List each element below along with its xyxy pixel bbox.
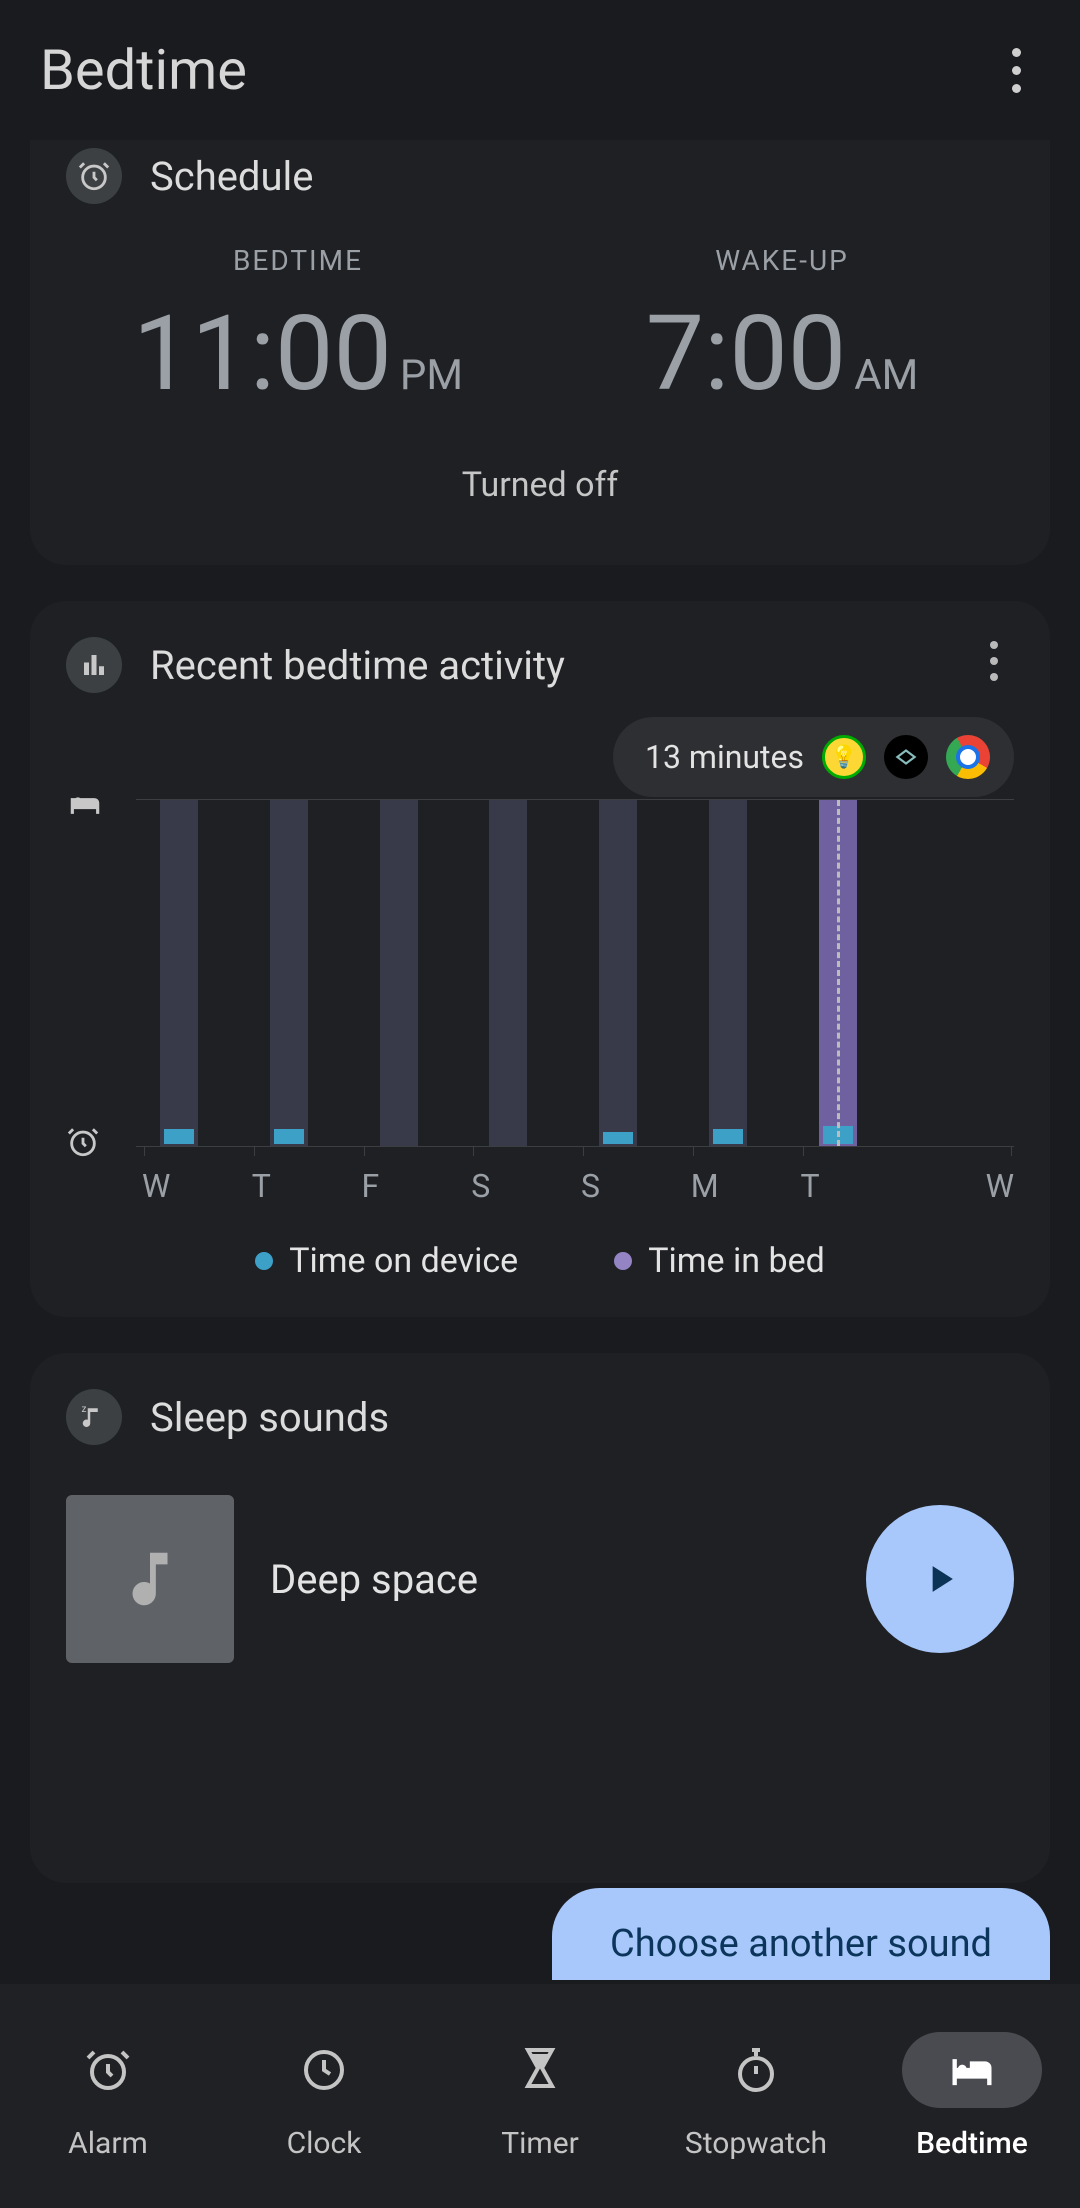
- alarm-icon: [66, 148, 122, 204]
- activity-card: Recent bedtime activity 13 minutes 💡 WTF…: [30, 601, 1050, 1317]
- legend-device: Time on device: [255, 1241, 518, 1281]
- bedtime-ampm: PM: [400, 351, 463, 400]
- legend-bed: Time in bed: [614, 1241, 825, 1281]
- wakeup-time: 7:00: [646, 294, 847, 415]
- app-icon-chrome: [946, 735, 990, 779]
- schedule-times: BEDTIME 11:00PM WAKE-UP 7:00AM: [66, 244, 1014, 407]
- device-bar: [713, 1129, 743, 1144]
- nav-timer[interactable]: Timer: [432, 1984, 648, 2208]
- legend-device-label: Time on device: [289, 1241, 518, 1281]
- nav-label: Bedtime: [916, 2126, 1028, 2161]
- activity-chart[interactable]: [66, 793, 1014, 1153]
- chart-column[interactable]: [575, 800, 685, 1146]
- card-header: Schedule: [66, 148, 1014, 204]
- play-button[interactable]: [866, 1505, 1014, 1653]
- chart-column[interactable]: [356, 800, 466, 1146]
- nav-label: Alarm: [68, 2126, 148, 2161]
- legend-dot-device: [255, 1252, 273, 1270]
- chart-icon: [66, 637, 122, 693]
- x-tick-label: T: [246, 1167, 356, 1205]
- x-tick-label: W: [136, 1167, 246, 1205]
- nav-label: Timer: [501, 2126, 579, 2161]
- device-bar: [274, 1129, 304, 1144]
- bedtime-nav-icon: [902, 2032, 1042, 2108]
- bedtime-time: 11:00: [133, 294, 392, 415]
- content-scroll: Schedule BEDTIME 11:00PM WAKE-UP 7:00AM …: [0, 140, 1080, 1984]
- activity-title: Recent bedtime activity: [150, 642, 565, 689]
- sounds-card: z Sleep sounds Deep space: [30, 1353, 1050, 1883]
- x-tick-label: S: [575, 1167, 685, 1205]
- nav-stopwatch[interactable]: Stopwatch: [648, 1984, 864, 2208]
- nav-bedtime[interactable]: Bedtime: [864, 1984, 1080, 2208]
- nav-clock[interactable]: Clock: [216, 1984, 432, 2208]
- activity-tooltip-chip[interactable]: 13 minutes 💡: [613, 717, 1014, 797]
- card-header: Recent bedtime activity: [66, 637, 1014, 693]
- x-tick-label: T: [795, 1167, 905, 1205]
- sleep-sound-icon: z: [66, 1389, 122, 1445]
- alarm-nav-icon: [38, 2032, 178, 2108]
- sounds-title: Sleep sounds: [150, 1394, 389, 1441]
- schedule-title: Schedule: [150, 153, 313, 200]
- chart-column[interactable]: [685, 800, 795, 1146]
- x-tick-label: W: [904, 1167, 1014, 1205]
- chart-column[interactable]: [246, 800, 356, 1146]
- chart-column[interactable]: [136, 800, 246, 1146]
- device-bar: [603, 1132, 633, 1144]
- wakeup-value: 7:00AM: [550, 303, 1014, 407]
- alarm-small-icon: [66, 1125, 100, 1159]
- today-marker: [837, 800, 840, 1146]
- device-bar: [164, 1129, 194, 1144]
- chart-column[interactable]: [465, 800, 575, 1146]
- choose-sound-button[interactable]: Choose another sound: [552, 1888, 1050, 1980]
- schedule-card[interactable]: Schedule BEDTIME 11:00PM WAKE-UP 7:00AM …: [30, 140, 1050, 565]
- bottom-nav: Alarm Clock Timer Stopwatch Bedtime: [0, 1984, 1080, 2208]
- overflow-menu-button[interactable]: [992, 46, 1040, 94]
- page-title: Bedtime: [40, 37, 247, 103]
- sound-name: Deep space: [270, 1556, 830, 1603]
- wakeup-ampm: AM: [854, 351, 918, 400]
- sound-thumbnail[interactable]: [66, 1495, 234, 1663]
- wakeup-label: WAKE-UP: [550, 244, 1014, 277]
- bed-bar: [380, 800, 418, 1146]
- bed-bar: [160, 800, 198, 1146]
- legend-bed-label: Time in bed: [648, 1241, 825, 1281]
- card-header: z Sleep sounds: [66, 1389, 1014, 1445]
- bed-bar: [489, 800, 527, 1146]
- chart-column[interactable]: [795, 800, 905, 1146]
- x-tick-label: S: [465, 1167, 575, 1205]
- svg-text:z: z: [82, 1404, 87, 1415]
- x-tick-label: F: [356, 1167, 466, 1205]
- stopwatch-nav-icon: [686, 2032, 826, 2108]
- current-sound-row: Deep space: [66, 1495, 1014, 1663]
- app-icon-flip: [884, 735, 928, 779]
- bed-bar: [270, 800, 308, 1146]
- x-tick-label: M: [685, 1167, 795, 1205]
- bed-bar: [599, 800, 637, 1146]
- nav-label: Stopwatch: [685, 2126, 827, 2161]
- wakeup-block[interactable]: WAKE-UP 7:00AM: [550, 244, 1014, 407]
- chip-text: 13 minutes: [645, 738, 804, 776]
- app-icon-keep: 💡: [822, 735, 866, 779]
- activity-overflow-button[interactable]: [974, 641, 1014, 681]
- chart-area: [136, 799, 1014, 1147]
- nav-label: Clock: [287, 2126, 362, 2161]
- bedtime-label: BEDTIME: [66, 244, 530, 277]
- chart-legend: Time on device Time in bed: [66, 1241, 1014, 1281]
- bedtime-block[interactable]: BEDTIME 11:00PM: [66, 244, 530, 407]
- bed-bar: [709, 800, 747, 1146]
- bedtime-value: 11:00PM: [66, 303, 530, 407]
- bed-icon: [66, 787, 104, 825]
- chart-column[interactable]: [904, 800, 1014, 1146]
- chart-x-labels: WTFSSMTW: [136, 1167, 1014, 1205]
- nav-alarm[interactable]: Alarm: [0, 1984, 216, 2208]
- timer-nav-icon: [470, 2032, 610, 2108]
- app-header: Bedtime: [0, 0, 1080, 140]
- schedule-status: Turned off: [66, 465, 1014, 505]
- legend-dot-bed: [614, 1252, 632, 1270]
- clock-nav-icon: [254, 2032, 394, 2108]
